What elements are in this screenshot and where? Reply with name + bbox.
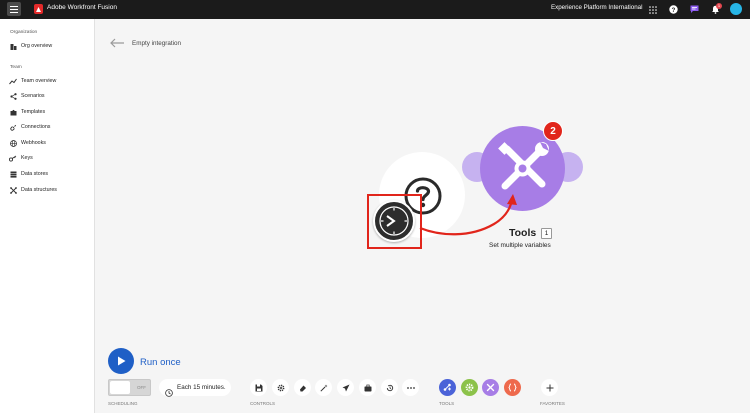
sidebar-item-org-overview[interactable]: Org overview: [9, 41, 52, 51]
json-icon: [508, 383, 517, 392]
module-count-badge: 1: [541, 228, 552, 239]
adobe-logo-icon: [34, 4, 43, 14]
svg-text:?: ?: [672, 8, 676, 14]
notes-button[interactable]: [294, 379, 311, 396]
more-icon: [406, 386, 415, 389]
link-icon: [9, 123, 17, 131]
menu-icon[interactable]: [7, 2, 21, 16]
avatar[interactable]: [730, 3, 742, 15]
run-once-button[interactable]: [108, 348, 134, 374]
feedback-icon[interactable]: [689, 4, 700, 15]
sidebar-item-label: Keys: [21, 155, 33, 161]
history-button[interactable]: [381, 379, 398, 396]
sidebar-item-label: Scenarios: [21, 93, 45, 99]
app-grid-icon[interactable]: [647, 4, 658, 15]
gear-icon: [465, 383, 474, 392]
toggle-knob: [110, 381, 130, 394]
sidebar-item-label: Connections: [21, 124, 51, 130]
sidebar-item-data-stores[interactable]: Data stores: [9, 169, 48, 179]
sidebar-item-team-overview[interactable]: Team overview: [9, 76, 56, 86]
sidebar-item-webhooks[interactable]: Webhooks: [9, 138, 46, 148]
top-bar: Adobe Workfront Fusion Experience Platfo…: [0, 0, 750, 19]
favorites-label: FAVORITES: [540, 401, 565, 406]
building-icon: [9, 42, 17, 50]
help-icon[interactable]: ?: [668, 4, 679, 15]
operations-badge: 2: [543, 121, 563, 141]
sidebar-item-keys[interactable]: Keys: [9, 153, 33, 163]
scheduling-label: SCHEDULING: [108, 401, 138, 406]
save-button[interactable]: [250, 379, 267, 396]
sidebar-item-label: Org overview: [21, 43, 53, 49]
run-once-label[interactable]: Run once: [140, 357, 181, 368]
settings-tool[interactable]: [461, 379, 478, 396]
save-icon: [255, 384, 262, 391]
controls-label: CONTROLS: [250, 401, 276, 406]
gear-icon: [277, 384, 284, 391]
back-arrow-icon[interactable]: [109, 35, 125, 48]
flow-control-tool[interactable]: [439, 379, 456, 396]
section-label-organization: Organization: [10, 30, 38, 35]
schedule-settings[interactable]: Each 15 minutes.: [159, 379, 231, 397]
module-title: Tools: [509, 227, 537, 239]
tools-label: TOOLS: [439, 401, 455, 406]
scenario-inputs-button[interactable]: [359, 379, 376, 396]
add-favorite-button[interactable]: [541, 379, 558, 396]
tools-tool[interactable]: [482, 379, 499, 396]
share-icon: [9, 92, 17, 100]
toggle-state: OFF: [137, 385, 146, 390]
module-subtitle: Set multiple variables: [489, 242, 551, 249]
text-parser-tool[interactable]: [504, 379, 521, 396]
sidebar-item-scenarios[interactable]: Scenarios: [9, 91, 45, 101]
sidebar-item-templates[interactable]: Templates: [9, 107, 45, 117]
scheduling-toggle[interactable]: OFF: [108, 379, 151, 396]
clock-icon: [165, 384, 173, 397]
plus-icon: [546, 384, 553, 391]
sidebar-item-data-structures[interactable]: Data structures: [9, 185, 57, 195]
database-icon: [9, 170, 17, 178]
org-switcher[interactable]: Experience Platform International: [551, 4, 643, 11]
wrench-screwdriver-icon: [486, 383, 495, 392]
explain-flow-button[interactable]: [337, 379, 354, 396]
sidebar-item-label: Webhooks: [21, 140, 46, 146]
sidebar-item-label: Data structures: [21, 187, 57, 193]
notification-badge: 1: [716, 3, 722, 9]
sidebar-item-label: Templates: [21, 109, 46, 115]
auto-align-button[interactable]: [315, 379, 332, 396]
eraser-icon: [299, 385, 306, 391]
trend-icon: [9, 77, 17, 85]
briefcase-icon: [364, 384, 371, 391]
sidebar: Organization Org overview Team Team over…: [0, 19, 95, 413]
airplane-icon: [342, 384, 349, 391]
page-title: Empty integration: [132, 40, 182, 47]
section-label-team: Team: [10, 65, 22, 70]
sidebar-item-connections[interactable]: Connections: [9, 122, 50, 132]
sidebar-item-label: Data stores: [21, 171, 49, 177]
app-name: Adobe Workfront Fusion: [47, 4, 117, 11]
settings-button[interactable]: [272, 379, 289, 396]
flow-control-icon: [443, 383, 451, 391]
highlight-box: [367, 194, 422, 249]
sidebar-item-label: Team overview: [21, 78, 57, 84]
globe-icon: [9, 139, 17, 147]
play-icon: [118, 356, 126, 366]
magic-wand-icon: [319, 384, 327, 392]
structure-icon: [9, 186, 17, 194]
puzzle-icon: [9, 108, 17, 116]
more-button[interactable]: [402, 379, 419, 396]
history-icon: [386, 384, 393, 391]
key-icon: [9, 154, 17, 162]
schedule-interval: Each 15 minutes.: [177, 384, 226, 391]
